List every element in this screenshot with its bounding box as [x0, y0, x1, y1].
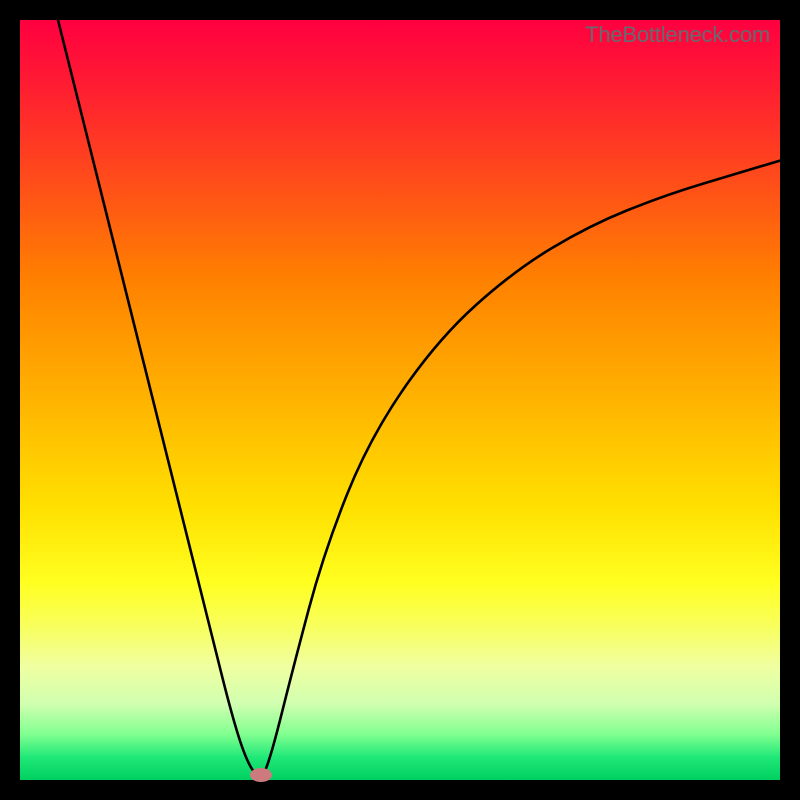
plot-area: TheBottleneck.com: [20, 20, 780, 780]
bottleneck-curve: [58, 20, 780, 775]
chart-frame: TheBottleneck.com: [0, 0, 800, 800]
optimum-marker: [250, 768, 272, 782]
curve-svg: [20, 20, 780, 780]
